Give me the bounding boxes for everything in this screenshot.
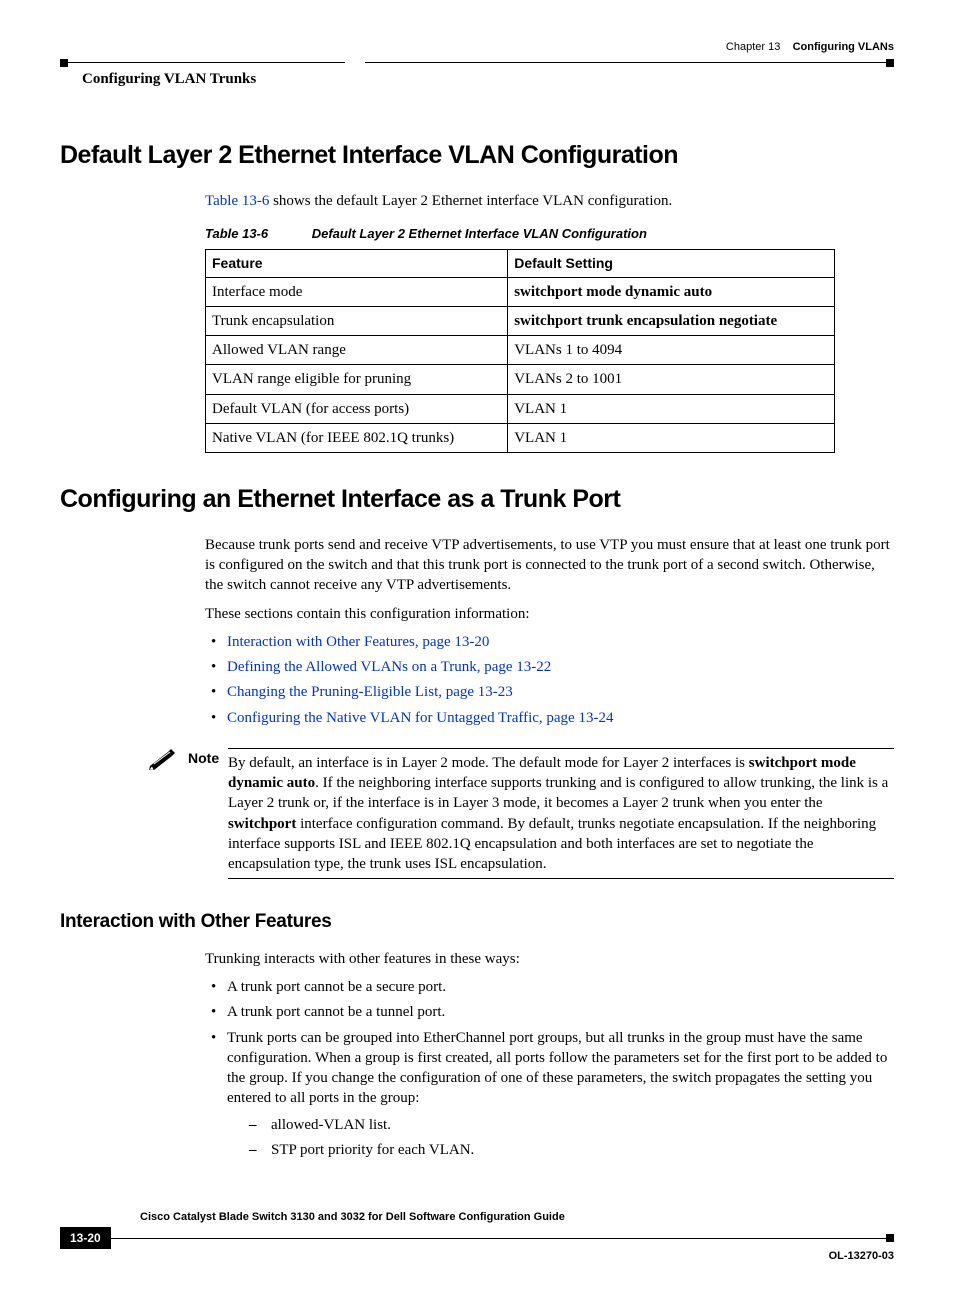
cell-default: VLANs 2 to 1001 [508, 365, 835, 394]
sub-list: allowed-VLAN list. STP port priority for… [227, 1115, 894, 1161]
default-config-table: Feature Default Setting Interface mode s… [205, 249, 835, 453]
page-number-badge: 13-20 [60, 1227, 111, 1249]
xref-link[interactable]: Interaction with Other Features, page 13… [227, 634, 489, 650]
note-block: Note By default, an interface is in Laye… [60, 748, 894, 880]
note-label: Note [188, 748, 228, 880]
sub-list-item: allowed-VLAN list. [249, 1115, 894, 1135]
heading-interaction: Interaction with Other Features [60, 909, 894, 935]
intro-paragraph: Table 13-6 shows the default Layer 2 Eth… [205, 191, 894, 211]
list-item: A trunk port cannot be a secure port. [205, 977, 894, 997]
heading-configuring-trunk: Configuring an Ethernet Interface as a T… [60, 483, 894, 517]
col-feature: Feature [206, 249, 508, 277]
list-item-text: Trunk ports can be grouped into EtherCha… [227, 1030, 887, 1107]
cell-feature: VLAN range eligible for pruning [206, 365, 508, 394]
trunk-intro-p2: These sections contain this configuratio… [205, 604, 894, 624]
list-item: Trunk ports can be grouped into EtherCha… [205, 1028, 894, 1161]
section-links-list: Interaction with Other Features, page 13… [205, 632, 894, 728]
xref-link[interactable]: Defining the Allowed VLANs on a Trunk, p… [227, 659, 551, 675]
list-item: Interaction with Other Features, page 13… [205, 632, 894, 652]
header-chapter-title: Configuring VLANs [793, 41, 894, 53]
table-title: Default Layer 2 Ethernet Interface VLAN … [312, 226, 647, 241]
cell-feature: Trunk encapsulation [206, 306, 508, 335]
cell-default: VLAN 1 [508, 394, 835, 423]
xref-link[interactable]: Configuring the Native VLAN for Untagged… [227, 710, 613, 726]
header-section-path: Configuring VLAN Trunks [82, 69, 345, 89]
interaction-list: A trunk port cannot be a secure port. A … [205, 977, 894, 1160]
note-body: By default, an interface is in Layer 2 m… [228, 748, 894, 880]
interaction-intro: Trunking interacts with other features i… [205, 949, 894, 969]
list-item: A trunk port cannot be a tunnel port. [205, 1002, 894, 1022]
sub-list-item: STP port priority for each VLAN. [249, 1140, 894, 1160]
list-item: Defining the Allowed VLANs on a Trunk, p… [205, 657, 894, 677]
xref-link[interactable]: Changing the Pruning-Eligible List, page… [227, 684, 513, 700]
header-marker-left [60, 59, 68, 67]
cell-default: switchport mode dynamic auto [508, 277, 835, 306]
cell-default: VLANs 1 to 4094 [508, 336, 835, 365]
cell-default: VLAN 1 [508, 423, 835, 452]
list-item: Configuring the Native VLAN for Untagged… [205, 708, 894, 728]
footer-marker [886, 1234, 894, 1242]
cell-default: switchport trunk encapsulation negotiate [508, 306, 835, 335]
table-row: Allowed VLAN range VLANs 1 to 4094 [206, 336, 835, 365]
footer-doc-title: Cisco Catalyst Blade Switch 3130 and 303… [140, 1210, 894, 1225]
trunk-intro-p1: Because trunk ports send and receive VTP… [205, 535, 894, 596]
table-header-row: Feature Default Setting [206, 249, 835, 277]
cell-feature: Native VLAN (for IEEE 802.1Q trunks) [206, 423, 508, 452]
page-header: Chapter 13 Configuring VLANs Configuring… [60, 40, 894, 89]
header-marker-right [886, 59, 894, 67]
cell-feature: Allowed VLAN range [206, 336, 508, 365]
list-item: Changing the Pruning-Eligible List, page… [205, 682, 894, 702]
heading-default-layer2: Default Layer 2 Ethernet Interface VLAN … [60, 139, 894, 173]
table-row: VLAN range eligible for pruning VLANs 2 … [206, 365, 835, 394]
header-chapter-label: Chapter 13 [726, 41, 780, 53]
table-row: Default VLAN (for access ports) VLAN 1 [206, 394, 835, 423]
table-ref-link[interactable]: Table 13-6 [205, 193, 269, 209]
table-row: Interface mode switchport mode dynamic a… [206, 277, 835, 306]
col-default: Default Setting [508, 249, 835, 277]
cell-feature: Default VLAN (for access ports) [206, 394, 508, 423]
cell-feature: Interface mode [206, 277, 508, 306]
table-row: Native VLAN (for IEEE 802.1Q trunks) VLA… [206, 423, 835, 452]
footer-ol-number: OL-13270-03 [829, 1249, 894, 1264]
table-row: Trunk encapsulation switchport trunk enc… [206, 306, 835, 335]
pencil-icon [148, 748, 178, 770]
table-caption: Table 13-6 Default Layer 2 Ethernet Inte… [205, 225, 894, 243]
table-number: Table 13-6 [205, 226, 268, 241]
header-chapter: Chapter 13 Configuring VLANs [726, 40, 894, 55]
page-footer: Cisco Catalyst Blade Switch 3130 and 303… [60, 1210, 894, 1264]
intro-text: shows the default Layer 2 Ethernet inter… [269, 193, 672, 209]
